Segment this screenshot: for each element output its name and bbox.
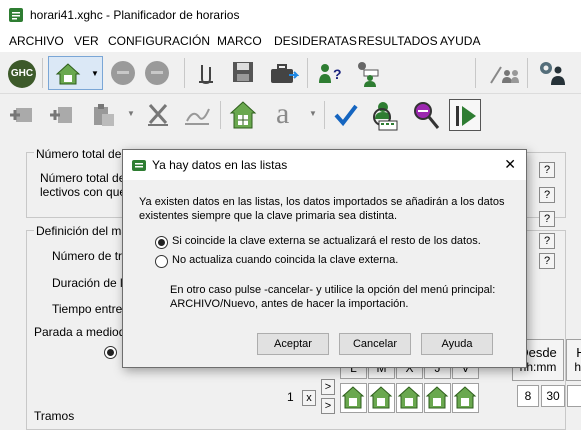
help-button[interactable]: Ayuda: [421, 333, 493, 355]
hasta-header-sub: hh: [574, 360, 581, 374]
menu-marco[interactable]: MARCO: [217, 34, 262, 48]
tramos-bottom-label: Tramos: [34, 409, 75, 423]
menu-ayuda[interactable]: AYUDA: [440, 34, 480, 48]
close-icon[interactable]: ✕: [504, 156, 516, 173]
day-cell-j[interactable]: [424, 383, 451, 413]
ghc-logo-label: GHC: [10, 68, 34, 79]
dropdown-arrow-icon: ▼: [91, 69, 99, 78]
toolbar-separator: [184, 58, 185, 88]
help-button-2[interactable]: ?: [539, 187, 555, 203]
import-dialog: Ya hay datos en las listas ✕ Ya existen …: [122, 149, 527, 368]
duracion-label: Duración de lo: [52, 276, 130, 290]
house-icon: [425, 386, 449, 409]
tramos-label: Número de tra: [52, 249, 129, 263]
accept-button[interactable]: Aceptar: [257, 333, 329, 355]
day-cell-x[interactable]: [396, 383, 423, 413]
day-cell-m[interactable]: [368, 383, 395, 413]
row-delete-button[interactable]: x: [302, 390, 316, 406]
font-style-icon[interactable]: a: [276, 97, 289, 131]
dialog-note-line-2: ARCHIVO/Nuevo, antes de hacer la importa…: [170, 298, 409, 310]
play-icon: [456, 106, 476, 126]
dialog-title-bar: Ya hay datos en las listas ✕: [123, 150, 526, 180]
total-label-2: Número total de c: [40, 171, 135, 185]
desde-minute-cell[interactable]: 30: [541, 385, 565, 407]
cancel-button[interactable]: Cancelar: [339, 333, 411, 355]
add-column-icon[interactable]: [48, 104, 76, 126]
help-button-3[interactable]: ?: [539, 211, 555, 227]
clip-icon[interactable]: [196, 61, 216, 85]
font-dropdown-arrow-icon[interactable]: ▼: [309, 109, 317, 118]
hasta-header: H hh: [566, 339, 581, 381]
help-button-1[interactable]: ?: [539, 162, 555, 178]
house-icon: [55, 63, 81, 85]
menu-resultados[interactable]: RESULTADOS: [358, 34, 438, 48]
row-arrow-button[interactable]: >: [321, 379, 335, 395]
paste-dropdown-arrow-icon[interactable]: ▼: [127, 109, 135, 118]
house-icon: [341, 386, 365, 409]
title-bar: horari41.xghc - Planificador de horarios: [0, 0, 581, 30]
stop-disabled-icon[interactable]: [145, 61, 169, 85]
sign-edit-icon[interactable]: [183, 103, 211, 127]
toolbar-separator: [475, 58, 476, 88]
cut-icon[interactable]: [146, 103, 170, 127]
row-number: 1: [287, 390, 294, 404]
help-button-5[interactable]: ?: [539, 253, 555, 269]
option-update-label[interactable]: Si coincide la clave externa se actualiz…: [172, 235, 481, 247]
users-group-icon[interactable]: [352, 58, 382, 88]
house-icon: [397, 386, 421, 409]
house-grid-icon[interactable]: [229, 100, 257, 130]
row-arrow-button-2[interactable]: >: [321, 398, 335, 414]
home-dropdown-button[interactable]: ▼: [48, 56, 103, 90]
toolbar-separator: [307, 58, 308, 88]
hasta-header-label: H: [576, 345, 581, 360]
menu-desideratas[interactable]: DESIDERATAS: [274, 34, 357, 48]
day-cell-l[interactable]: [340, 383, 367, 413]
check-icon[interactable]: [333, 102, 359, 128]
dialog-note-line-1: En otro caso pulse -cancelar- y utilice …: [170, 284, 496, 296]
total-label-3: lectivos con que: [40, 185, 127, 199]
tiempo-label: Tiempo entre t: [52, 302, 129, 316]
house-icon: [369, 386, 393, 409]
user-help-icon[interactable]: ?: [317, 61, 343, 85]
dialog-title: Ya hay datos en las listas: [152, 158, 288, 172]
toolbar-separator: [527, 58, 528, 88]
tools-people-icon[interactable]: [487, 61, 521, 85]
parada-radio[interactable]: [104, 346, 117, 359]
toolbar-separator: [42, 58, 43, 88]
day-cell-v[interactable]: [452, 383, 479, 413]
parada-label: Parada a mediodí: [34, 325, 129, 339]
main-toolbar: GHC ▼ ?: [0, 52, 581, 94]
settings-people-icon[interactable]: [536, 60, 568, 86]
desde-hour-cell[interactable]: 8: [517, 385, 539, 407]
record-disabled-icon[interactable]: [111, 61, 135, 85]
run-button[interactable]: [449, 99, 481, 131]
briefcase-export-icon[interactable]: [269, 61, 299, 85]
add-row-icon[interactable]: [8, 104, 36, 126]
paste-icon[interactable]: [92, 102, 116, 128]
search-magenta-icon[interactable]: [409, 99, 441, 131]
option-update-radio[interactable]: [155, 236, 168, 249]
menu-bar: ARCHIVO VER CONFIGURACIÓN MARCO DESIDERA…: [0, 30, 581, 52]
dialog-message-line-2: existentes siempre que la clave primaria…: [139, 210, 398, 222]
search-user-icon[interactable]: [367, 99, 401, 131]
toolbar-separator: [324, 101, 325, 129]
dialog-message-line-1: Ya existen datos en las listas, los dato…: [139, 196, 505, 208]
house-icon: [453, 386, 477, 409]
save-icon[interactable]: [232, 61, 254, 83]
option-no-update-label[interactable]: No actualiza cuando coincida la clave ex…: [172, 254, 398, 266]
window-title: horari41.xghc - Planificador de horarios: [30, 8, 240, 22]
app-icon: [9, 8, 23, 22]
svg-text:?: ?: [333, 66, 342, 82]
app-icon: [132, 160, 146, 171]
menu-archivo[interactable]: ARCHIVO: [9, 34, 64, 48]
toolbar-separator: [220, 101, 221, 129]
option-no-update-radio[interactable]: [155, 255, 168, 268]
help-button-4[interactable]: ?: [539, 233, 555, 249]
ghc-logo-button[interactable]: GHC: [8, 60, 36, 88]
menu-ver[interactable]: VER: [74, 34, 99, 48]
hasta-hour-cell[interactable]: [567, 385, 581, 407]
menu-configuracion[interactable]: CONFIGURACIÓN: [108, 34, 210, 48]
edit-toolbar: ▼ a ▼: [0, 95, 581, 135]
